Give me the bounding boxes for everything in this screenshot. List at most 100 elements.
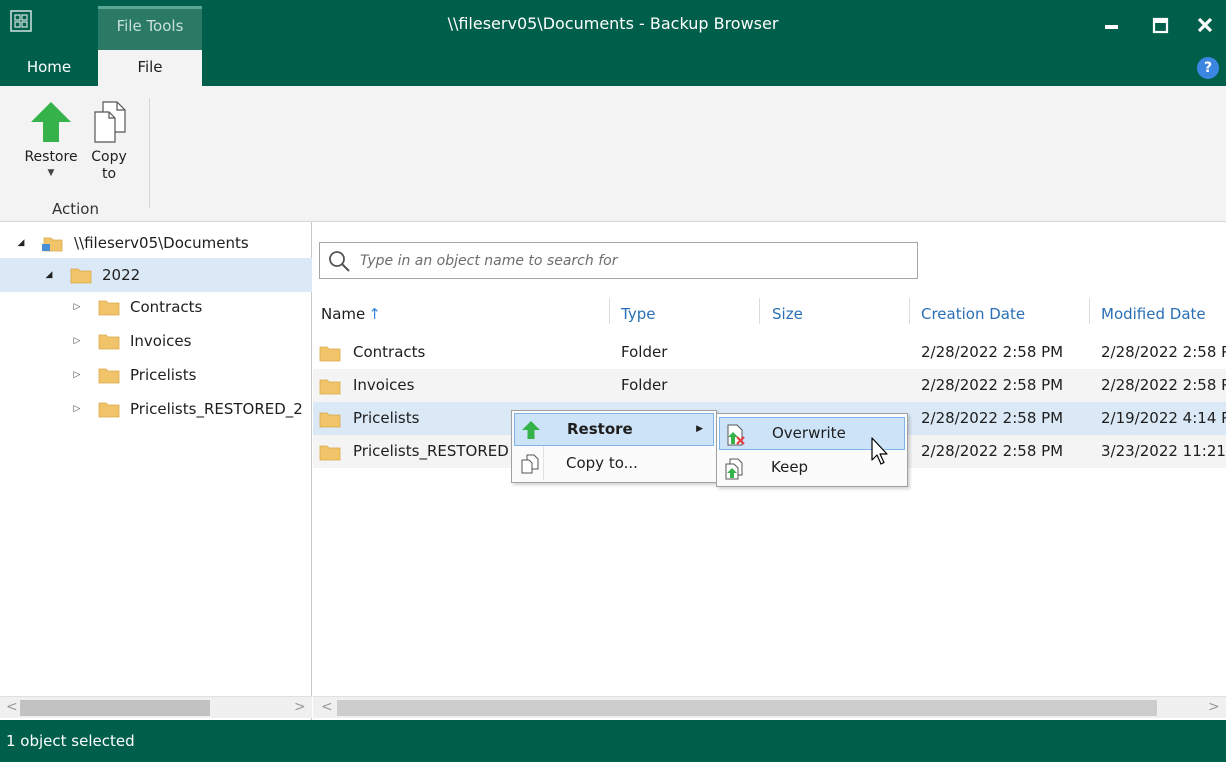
folder-icon: [319, 346, 341, 361]
green-up-arrow-icon: [522, 421, 540, 439]
expand-icon[interactable]: ▷: [70, 336, 84, 346]
app-icon: [10, 10, 32, 32]
table-row[interactable]: Invoices Folder 2/28/2022 2:58 PM 2/28/2…: [313, 369, 1226, 402]
context-menu-label: Copy to...: [566, 454, 638, 472]
row-name: Invoices: [353, 376, 415, 394]
list-horizontal-scrollbar[interactable]: < >: [313, 696, 1226, 718]
help-icon[interactable]: ?: [1197, 57, 1219, 79]
expand-icon[interactable]: ▷: [70, 302, 84, 312]
file-tools-label: File Tools: [116, 17, 184, 35]
folder-icon: [98, 368, 120, 384]
column-name-label: Name: [321, 305, 366, 323]
chevron-down-icon: ▼: [47, 168, 55, 178]
copy-to-label-2: to: [101, 166, 117, 182]
tree-item-pricelists-restored[interactable]: ▷ Pricelists_RESTORED_2: [70, 392, 310, 426]
close-icon[interactable]: [1192, 14, 1218, 38]
folder-icon: [98, 334, 120, 350]
maximize-icon[interactable]: [1147, 14, 1173, 38]
copy-to-label-1: Copy: [91, 149, 127, 165]
search-input[interactable]: [360, 249, 900, 273]
modified-date-cell: 2/28/2022 2:58 P: [1101, 376, 1226, 394]
tab-file[interactable]: File: [98, 50, 202, 86]
ribbon: Restore ▼ Copy to Action: [0, 86, 1226, 222]
tree-item-label: 2022: [102, 266, 141, 284]
column-separator[interactable]: [759, 298, 760, 324]
collapse-icon[interactable]: ◢: [42, 270, 56, 280]
tree-item-label: Pricelists: [130, 366, 197, 384]
column-header-type[interactable]: Type: [621, 292, 655, 336]
column-header-creation-date[interactable]: Creation Date: [921, 292, 1025, 336]
submenu-label: Overwrite: [772, 424, 846, 442]
tree-item-label: Contracts: [130, 298, 203, 316]
tab-file-tools: File Tools: [98, 6, 202, 50]
status-text: 1 object selected: [6, 732, 135, 750]
tree-item-contracts[interactable]: ▷ Contracts: [70, 290, 310, 324]
name-cell: Invoices: [319, 369, 609, 402]
ribbon-tab-row: Home File ?: [0, 50, 1226, 86]
window-title: \\fileserv05\Documents - Backup Browser: [447, 14, 779, 33]
tree-item-2022[interactable]: ◢ 2022: [0, 258, 312, 292]
tree-item-label: Pricelists_RESTORED_2: [130, 400, 303, 418]
copy-document-icon: [94, 101, 126, 143]
title-bar: File Tools \\fileserv05\Documents - Back…: [0, 0, 1226, 50]
scroll-right-icon[interactable]: >: [294, 699, 306, 715]
share-folder-icon: [42, 237, 63, 252]
scrollbar-thumb[interactable]: [337, 700, 1157, 716]
sort-ascending-icon: ↑: [368, 305, 381, 323]
context-menu-copy-to[interactable]: Copy to...: [514, 448, 714, 481]
table-row[interactable]: Contracts Folder 2/28/2022 2:58 PM 2/28/…: [313, 336, 1226, 369]
modified-date-cell: 2/28/2022 2:58 P: [1101, 343, 1226, 361]
column-header-size[interactable]: Size: [772, 292, 803, 336]
row-name: Contracts: [353, 343, 426, 361]
ribbon-group-separator: [149, 98, 150, 208]
overwrite-icon: [727, 424, 745, 446]
tree-item-pricelists[interactable]: ▷ Pricelists: [70, 358, 310, 392]
creation-date-cell: 2/28/2022 2:58 PM: [921, 442, 1064, 460]
tree-horizontal-scrollbar[interactable]: < >: [0, 696, 312, 718]
copy-to-button[interactable]: Copy to: [84, 100, 134, 183]
copy-document-icon: [521, 454, 539, 474]
expand-icon[interactable]: ▷: [70, 370, 84, 380]
row-name: Pricelists: [353, 409, 420, 427]
expand-icon[interactable]: ▷: [70, 404, 84, 414]
type-cell: Folder: [621, 343, 668, 361]
folder-icon: [319, 379, 341, 394]
submenu-label: Keep: [771, 458, 809, 476]
folder-tree: ◢ \\fileserv05\Documents ◢ 2022 ▷ Contra…: [0, 222, 312, 720]
folder-icon: [70, 268, 92, 284]
scroll-right-icon[interactable]: >: [1208, 699, 1220, 715]
tree-item-invoices[interactable]: ▷ Invoices: [70, 324, 310, 358]
tab-home[interactable]: Home: [0, 50, 98, 86]
search-box[interactable]: [319, 242, 918, 279]
row-name: Pricelists_RESTORED: [353, 442, 509, 460]
tree-item-root[interactable]: ◢ \\fileserv05\Documents: [14, 226, 310, 260]
submenu-arrow-icon: ▶: [696, 424, 703, 434]
name-cell: Contracts: [319, 336, 609, 369]
mouse-cursor-icon: [871, 437, 888, 465]
keep-icon: [725, 458, 743, 480]
type-cell: Folder: [621, 376, 668, 394]
creation-date-cell: 2/28/2022 2:58 PM: [921, 376, 1064, 394]
search-icon: [329, 251, 350, 272]
column-separator[interactable]: [909, 298, 910, 324]
status-bar: 1 object selected: [0, 720, 1226, 762]
column-header-name[interactable]: Name ↑: [321, 292, 381, 336]
scroll-left-icon[interactable]: <: [6, 699, 18, 715]
scroll-left-icon[interactable]: <: [321, 699, 333, 715]
context-menu-restore[interactable]: Restore ▶: [514, 413, 714, 446]
column-separator[interactable]: [1089, 298, 1090, 324]
collapse-icon[interactable]: ◢: [14, 238, 28, 248]
minimize-icon[interactable]: [1099, 14, 1125, 38]
column-separator[interactable]: [609, 298, 610, 324]
context-menu: Restore ▶ Copy to...: [511, 410, 717, 483]
restore-label: Restore: [24, 149, 78, 165]
modified-date-cell: 3/23/2022 11:21: [1101, 442, 1226, 460]
ribbon-group-label: Action: [52, 200, 99, 218]
modified-date-cell: 2/19/2022 4:14 P: [1101, 409, 1226, 427]
context-menu-label: Restore: [567, 420, 633, 438]
scrollbar-thumb[interactable]: [20, 700, 210, 716]
folder-icon: [98, 300, 120, 316]
column-header-modified-date[interactable]: Modified Date: [1101, 292, 1206, 336]
restore-button[interactable]: Restore ▼: [16, 100, 86, 180]
tree-item-label: Invoices: [130, 332, 192, 350]
